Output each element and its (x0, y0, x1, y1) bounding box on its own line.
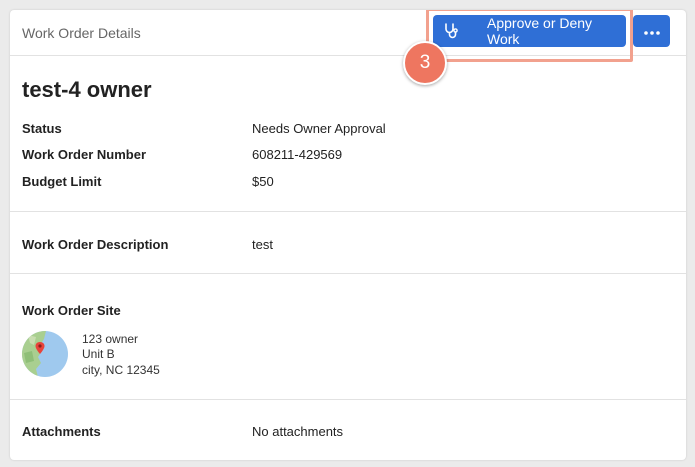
section-divider (10, 211, 686, 212)
ellipsis-icon (643, 22, 660, 40)
work-order-number-value: 608211-429569 (252, 147, 343, 162)
step-number-badge: 3 (403, 41, 447, 85)
site-map-thumbnail[interactable] (22, 331, 68, 377)
card-header-title: Work Order Details (22, 25, 141, 41)
approve-or-deny-button[interactable]: Approve or Deny Work (433, 15, 626, 47)
status-value: Needs Owner Approval (252, 121, 386, 136)
site-address-line-1: 123 owner (82, 332, 139, 346)
more-options-button[interactable] (633, 15, 670, 47)
budget-limit-label: Budget Limit (22, 174, 102, 189)
site-address-line-3: city, NC 12345 (82, 363, 160, 377)
approve-or-deny-label: Approve or Deny Work (487, 15, 593, 47)
status-label: Status (22, 121, 62, 136)
description-label: Work Order Description (22, 237, 169, 252)
site-address-line-2: Unit B (82, 347, 115, 361)
work-order-number-label: Work Order Number (22, 147, 147, 162)
attachments-label: Attachments (22, 424, 101, 439)
attachments-value: No attachments (252, 424, 344, 439)
site-label: Work Order Site (22, 303, 121, 318)
section-divider (10, 273, 686, 274)
stethoscope-icon (443, 22, 461, 40)
section-divider (10, 399, 686, 400)
card-header: Work Order Details Approve or Deny Work (10, 10, 686, 56)
budget-limit-value: $50 (252, 174, 274, 189)
work-order-card: Work Order Details Approve or Deny Work (10, 10, 686, 460)
description-value: test (252, 237, 273, 252)
work-order-title: test-4 owner (22, 77, 152, 102)
